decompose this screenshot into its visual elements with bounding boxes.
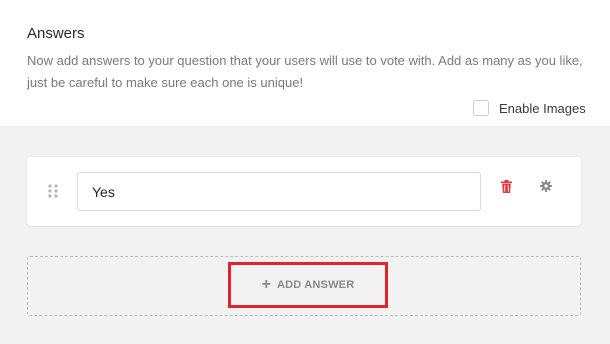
- trash-icon: [500, 179, 512, 193]
- enable-images-label: Enable Images: [499, 100, 586, 116]
- answer-input[interactable]: [77, 172, 481, 211]
- add-answer-label: ADD ANSWER: [276, 279, 355, 291]
- delete-answer-button[interactable]: [498, 178, 514, 194]
- add-answer-button[interactable]: + ADD ANSWER: [228, 262, 388, 308]
- gear-icon: [540, 180, 552, 192]
- add-answer-area: + ADD ANSWER: [27, 256, 581, 316]
- section-description: Now add answers to your question that yo…: [27, 53, 583, 90]
- answer-card: [27, 157, 581, 226]
- drag-handle-icon[interactable]: [48, 184, 58, 198]
- enable-images-checkbox[interactable]: [473, 100, 489, 116]
- enable-images-toggle[interactable]: Enable Images: [473, 99, 586, 117]
- answer-settings-button[interactable]: [538, 178, 554, 194]
- plus-icon: +: [261, 276, 271, 293]
- section-title: Answers: [27, 25, 85, 42]
- answers-header-section: Answers Now add answers to your question…: [0, 0, 610, 126]
